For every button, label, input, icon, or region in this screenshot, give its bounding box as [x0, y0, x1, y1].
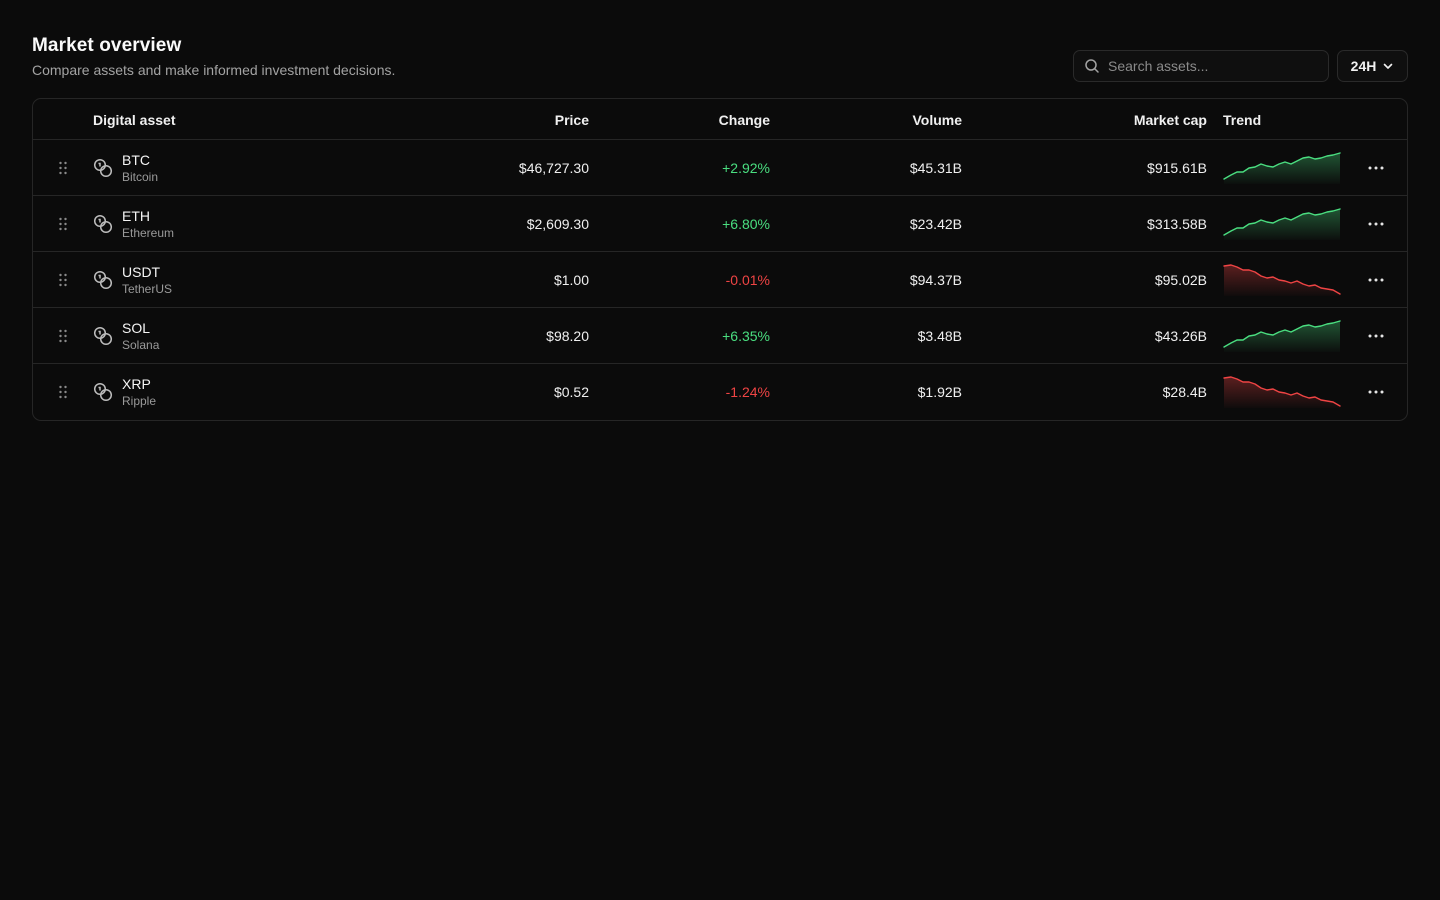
table-row[interactable]: XRP Ripple $0.52 -1.24% $1.92B $28.4B: [33, 364, 1407, 420]
asset-symbol: ETH: [122, 208, 150, 224]
asset-volume: $94.37B: [909, 272, 962, 288]
asset-change: +6.35%: [722, 328, 770, 344]
asset-price: $1.00: [553, 272, 589, 288]
column-header-market-cap[interactable]: Market cap: [1134, 111, 1207, 129]
asset-volume: $45.31B: [909, 160, 962, 176]
table-body: BTC Bitcoin $46,727.30 +2.92% $45.31B $9…: [33, 140, 1407, 420]
row-actions-button[interactable]: [1363, 308, 1389, 364]
asset-cell: USDT TetherUS: [93, 252, 172, 308]
asset-name: Ripple: [122, 394, 157, 408]
trend-sparkline: [1223, 364, 1341, 420]
row-actions-button[interactable]: [1363, 196, 1389, 252]
more-horizontal-icon: [1368, 334, 1384, 338]
search-icon: [1085, 59, 1099, 73]
trend-sparkline: [1223, 308, 1341, 364]
period-select[interactable]: 24H: [1337, 50, 1408, 82]
asset-change: -1.24%: [725, 384, 770, 400]
drag-handle-icon[interactable]: [55, 308, 71, 364]
asset-price: $98.20: [546, 328, 589, 344]
asset-change: +6.80%: [722, 216, 770, 232]
drag-handle-icon[interactable]: [55, 196, 71, 252]
asset-cell: BTC Bitcoin: [93, 140, 158, 196]
asset-name: Ethereum: [122, 226, 175, 240]
column-header-trend: Trend: [1223, 112, 1262, 128]
period-select-label: 24H: [1350, 58, 1377, 74]
asset-symbol: USDT: [122, 264, 161, 280]
coins-icon: [93, 326, 113, 346]
row-actions-button[interactable]: [1363, 364, 1389, 420]
drag-handle-icon[interactable]: [55, 252, 71, 308]
table-row[interactable]: ETH Ethereum $2,609.30 +6.80% $23.42B $3…: [33, 196, 1407, 252]
drag-handle-icon[interactable]: [55, 364, 71, 420]
coins-icon: [93, 270, 113, 290]
table-header: Digital asset Price Change Volume Market…: [33, 99, 1407, 140]
drag-handle-icon[interactable]: [55, 140, 71, 196]
toolbar: 24H: [1073, 50, 1408, 82]
asset-volume: $23.42B: [909, 216, 962, 232]
asset-market-cap: $313.58B: [1147, 216, 1207, 232]
more-horizontal-icon: [1368, 222, 1384, 226]
asset-market-cap: $915.61B: [1147, 160, 1207, 176]
asset-price: $46,727.30: [518, 160, 589, 176]
asset-cell: XRP Ripple: [93, 364, 156, 420]
asset-name: TetherUS: [122, 282, 173, 296]
more-horizontal-icon: [1368, 390, 1384, 394]
asset-name: Bitcoin: [122, 170, 159, 184]
row-actions-button[interactable]: [1363, 252, 1389, 308]
column-header-change[interactable]: Change: [719, 111, 770, 129]
asset-market-cap: $28.4B: [1162, 384, 1207, 400]
trend-sparkline: [1223, 252, 1341, 308]
asset-symbol: XRP: [122, 376, 151, 392]
coins-icon: [93, 382, 113, 402]
column-header-volume[interactable]: Volume: [912, 111, 962, 129]
more-horizontal-icon: [1368, 278, 1384, 282]
asset-volume: $1.92B: [917, 384, 962, 400]
asset-change: -0.01%: [725, 272, 770, 288]
asset-market-cap: $43.26B: [1154, 328, 1207, 344]
column-header-asset[interactable]: Digital asset: [93, 111, 175, 129]
asset-symbol: BTC: [122, 152, 150, 168]
asset-market-cap: $95.02B: [1154, 272, 1207, 288]
asset-price: $2,609.30: [526, 216, 589, 232]
asset-cell: ETH Ethereum: [93, 196, 174, 252]
column-header-price[interactable]: Price: [555, 111, 589, 129]
row-actions-button[interactable]: [1363, 140, 1389, 196]
search-field[interactable]: [1073, 50, 1329, 82]
coins-icon: [93, 214, 113, 234]
trend-sparkline: [1223, 196, 1341, 252]
chevron-down-icon: [1384, 63, 1393, 69]
coins-icon: [93, 158, 113, 178]
asset-change: +2.92%: [722, 160, 770, 176]
asset-name: Solana: [122, 338, 160, 352]
asset-cell: SOL Solana: [93, 308, 159, 364]
page-header: Market overview Compare assets and make …: [32, 34, 1408, 84]
table-row[interactable]: SOL Solana $98.20 +6.35% $3.48B $43.26B: [33, 308, 1407, 364]
table-row[interactable]: BTC Bitcoin $46,727.30 +2.92% $45.31B $9…: [33, 140, 1407, 196]
asset-price: $0.52: [553, 384, 589, 400]
table-row[interactable]: USDT TetherUS $1.00 -0.01% $94.37B $95.0…: [33, 252, 1407, 308]
more-horizontal-icon: [1368, 166, 1384, 170]
assets-table: Digital asset Price Change Volume Market…: [32, 98, 1408, 421]
trend-sparkline: [1223, 140, 1341, 196]
search-input[interactable]: [1108, 58, 1318, 74]
asset-volume: $3.48B: [917, 328, 962, 344]
asset-symbol: SOL: [122, 320, 151, 336]
